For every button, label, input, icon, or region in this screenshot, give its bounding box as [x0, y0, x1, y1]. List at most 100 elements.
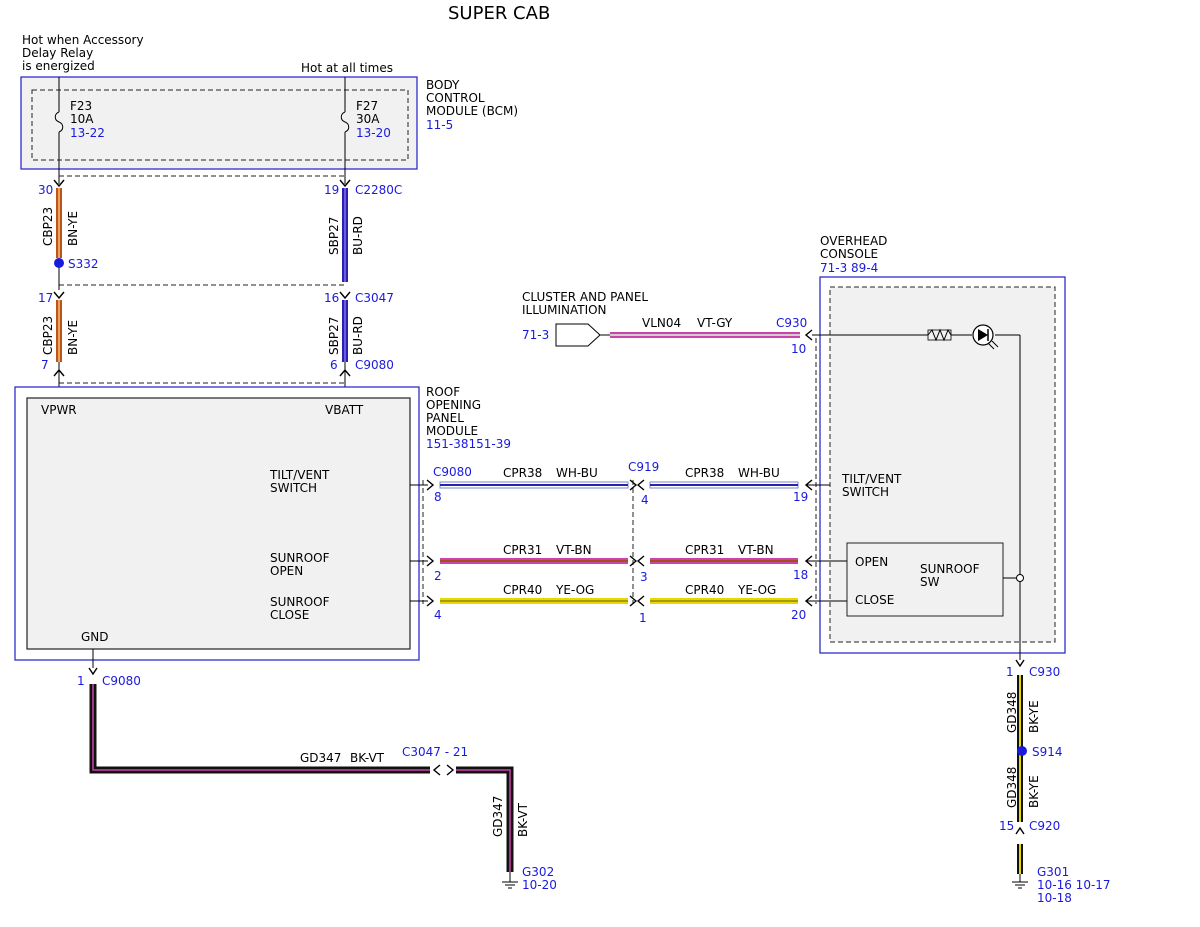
- wire-label-gd348-lower-circuit: GD348: [1005, 767, 1019, 808]
- wire-label-sbp27-upper-color: BU-RD: [351, 216, 365, 255]
- ground-g301-icon: [1012, 881, 1028, 889]
- ground-g301-ref1: 10-16 10-17: [1037, 878, 1111, 892]
- wire-label-cbp23-lower-color: BN-YE: [66, 320, 80, 355]
- fuse-f23-rating: 10A: [70, 112, 94, 126]
- pin-8: 8: [434, 490, 442, 504]
- accessory-note-line3: is energized: [22, 59, 95, 73]
- wire-label-cpr38-left-color: WH-BU: [556, 466, 598, 480]
- overhead-label-line2: CONSOLE: [820, 247, 878, 261]
- wire-label-gd347-vertical-color: BK-VT: [516, 802, 530, 837]
- connector-c9080-gnd-label: C9080: [102, 674, 141, 688]
- console-tilt-label-line1: TILT/VENT: [841, 472, 902, 486]
- console-close-label: CLOSE: [855, 593, 894, 607]
- pin-20: 20: [791, 608, 806, 622]
- cluster-connector-symbol: [555, 323, 601, 347]
- ground-g302-ref: 10-20: [522, 878, 557, 892]
- ropm-label-line4: MODULE: [426, 424, 478, 438]
- accessory-note-line1: Hot when Accessory: [22, 33, 144, 47]
- wire-label-sbp27-lower-circuit: SBP27: [327, 317, 341, 355]
- cluster-ref: 71-3: [522, 328, 549, 342]
- wire-label-gd347-color: BK-VT: [350, 751, 385, 765]
- connector-c9080-top-label: C9080: [355, 358, 394, 372]
- sunroof-switch-label-line2: SW: [920, 575, 940, 589]
- wire-cbp23-upper: [56, 188, 62, 290]
- wire-label-cpr31-left-color: VT-BN: [556, 543, 592, 557]
- ropm-close-label-line2: CLOSE: [270, 608, 309, 622]
- wire-label-gd348-upper-circuit: GD348: [1005, 692, 1019, 733]
- fuse-f23-ref: 13-22: [70, 126, 105, 140]
- ground-g302-name: G302: [522, 865, 554, 879]
- ropm-ref: 151-38151-39: [426, 437, 511, 451]
- connector-c920-label: C920: [1029, 819, 1060, 833]
- wire-cpr31: [410, 558, 847, 564]
- wire-label-cpr38-left-circuit: CPR38: [503, 466, 542, 480]
- ropm-label-line3: PANEL: [426, 411, 464, 425]
- pin-1-c9080-gnd: 1: [77, 674, 85, 688]
- sunroof-switch-label-line1: SUNROOF: [920, 562, 980, 576]
- connector-c9080-right-label: C9080: [433, 465, 472, 479]
- wire-label-vln04-color: VT-GY: [697, 316, 733, 330]
- connector-c3047-21-chevrons: [432, 764, 455, 776]
- connector-c2280c-label: C2280C: [355, 183, 402, 197]
- wire-label-cpr31-right-circuit: CPR31: [685, 543, 724, 557]
- wire-label-cpr38-right-circuit: CPR38: [685, 466, 724, 480]
- pin-10: 10: [791, 342, 806, 356]
- connector-c930-top-label: C930: [776, 316, 807, 330]
- overhead-label-line1: OVERHEAD: [820, 234, 887, 248]
- wire-label-cpr40-right-circuit: CPR40: [685, 583, 724, 597]
- wire-label-cpr40-right-color: YE-OG: [737, 583, 776, 597]
- ropm-vbatt-label: VBATT: [325, 403, 364, 417]
- wire-label-cpr40-left-circuit: CPR40: [503, 583, 542, 597]
- bcm-module: BODY CONTROL MODULE (BCM) 11-5 F23 10A 1…: [20, 76, 518, 170]
- bcm-label-line1: BODY: [426, 78, 460, 92]
- pin-3: 3: [640, 570, 648, 584]
- wire-label-vln04-circuit: VLN04: [642, 316, 681, 330]
- pin-17: 17: [38, 291, 53, 305]
- ropm-label-line1: ROOF: [426, 385, 460, 399]
- wire-cpr38: [410, 481, 830, 489]
- pin-2: 2: [434, 569, 442, 583]
- connector-c3047-21-label: C3047 - 21: [402, 745, 468, 759]
- ground-g301-name: G301: [1037, 865, 1069, 879]
- fuse-f27-ref: 13-20: [356, 126, 391, 140]
- connector-c919-label: C919: [628, 460, 659, 474]
- connector-c930-bottom-label: C930: [1029, 665, 1060, 679]
- pin-4-c9080: 4: [434, 608, 442, 622]
- wire-label-gd348-lower-color: BK-YE: [1027, 775, 1041, 808]
- ropm-tilt-label-line2: SWITCH: [270, 481, 317, 495]
- pin-1-c930: 1: [1006, 665, 1014, 679]
- ropm-tilt-label-line1: TILT/VENT: [269, 468, 330, 482]
- wire-label-cbp23-upper-color: BN-YE: [66, 211, 80, 246]
- wire-label-gd348-upper-color: BK-YE: [1027, 700, 1041, 733]
- pin-7: 7: [41, 358, 49, 372]
- accessory-note-line2: Delay Relay: [22, 46, 93, 60]
- ropm-open-label-line1: SUNROOF: [270, 551, 330, 565]
- wire-vln04: [600, 332, 800, 338]
- wiring-diagram: SUPER CAB Hot when Accessory Delay Relay…: [14, 3, 1111, 905]
- wire-label-gd347-circuit: GD347: [300, 751, 341, 765]
- ropm-open-label-line2: OPEN: [270, 564, 303, 578]
- splice-s332-label: S332: [68, 257, 99, 271]
- splice-s914-label: S914: [1032, 745, 1063, 759]
- fuse-f23-name: F23: [70, 99, 92, 113]
- ropm-close-label-line1: SUNROOF: [270, 595, 330, 609]
- ground-g301-ref2: 10-18: [1037, 891, 1072, 905]
- cluster-label-line2: ILLUMINATION: [522, 303, 607, 317]
- pin-19-c930: 19: [793, 490, 808, 504]
- wire-label-cpr31-left-circuit: CPR31: [503, 543, 542, 557]
- pin-6: 6: [330, 358, 338, 372]
- cluster-label-line1: CLUSTER AND PANEL: [522, 290, 648, 304]
- pin-15: 15: [999, 819, 1014, 833]
- ropm-vpwr-label: VPWR: [41, 403, 77, 417]
- fuse-f27-rating: 30A: [356, 112, 380, 126]
- pin-1-c919: 1: [639, 611, 647, 625]
- pin-30: 30: [38, 183, 53, 197]
- splice-s914-dot: [1017, 746, 1027, 756]
- pin-4-c919: 4: [641, 493, 649, 507]
- splice-s332-dot: [54, 258, 64, 268]
- overhead-ref: 71-3 89-4: [820, 261, 878, 275]
- ground-g302-icon: [502, 881, 518, 889]
- switch-junction-icon: [1016, 574, 1024, 582]
- bcm-ref: 11-5: [426, 118, 453, 132]
- console-tilt-label-line2: SWITCH: [842, 485, 889, 499]
